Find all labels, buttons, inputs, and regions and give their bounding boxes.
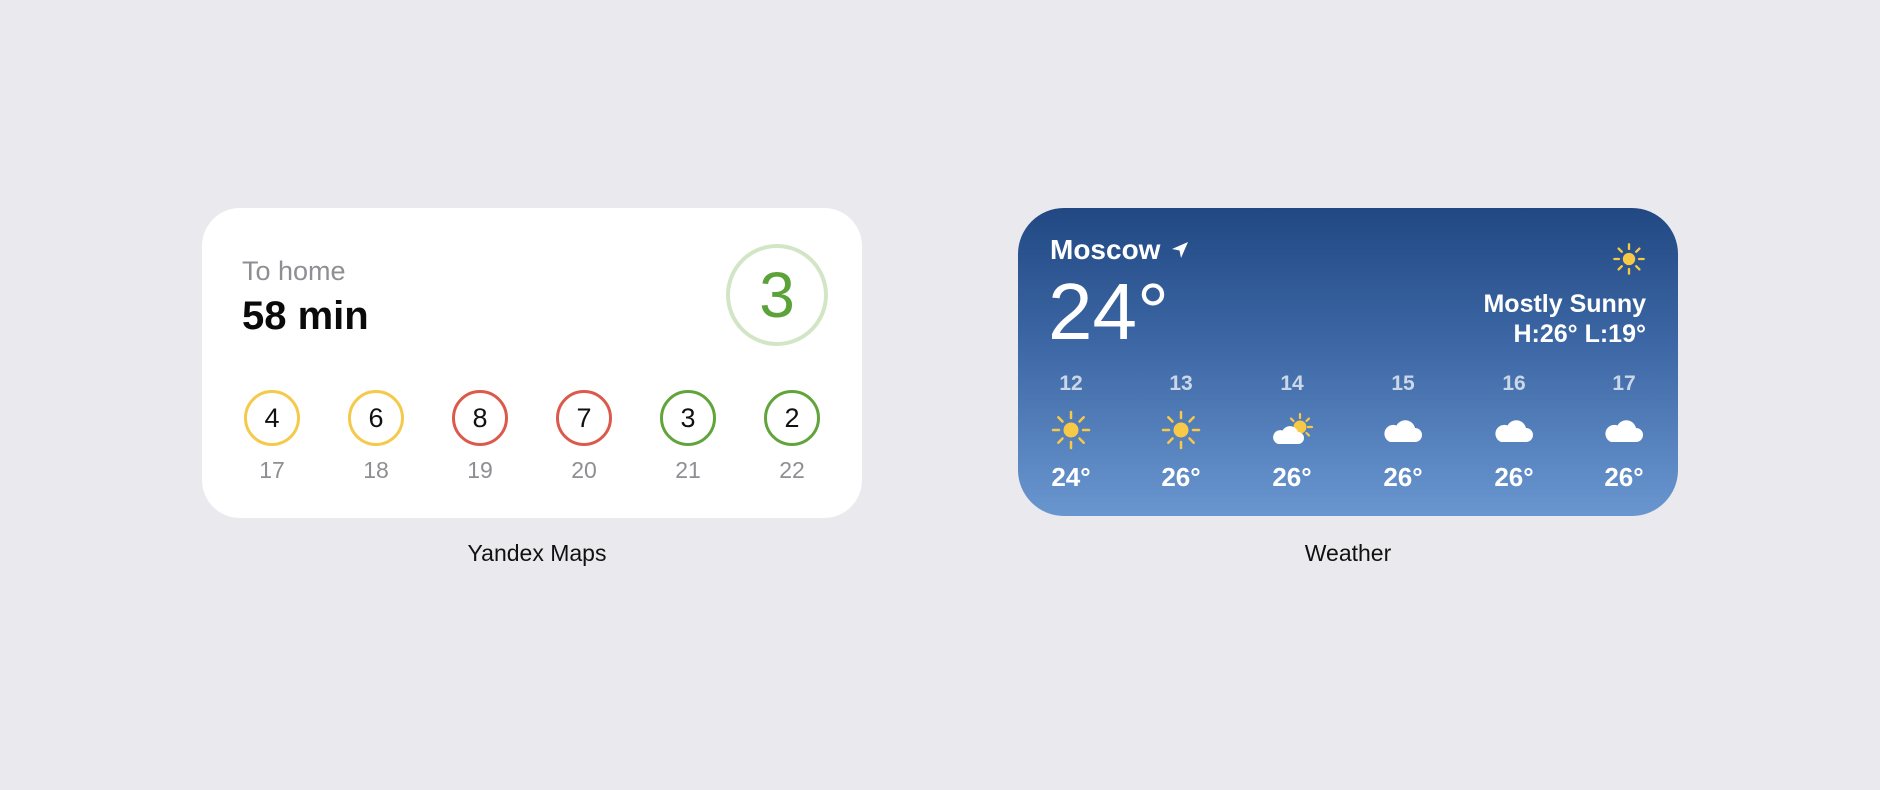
traffic-level-badge: 7: [556, 390, 612, 446]
traffic-forecast-item: 2 22: [752, 390, 832, 484]
weather-caption: Weather: [1304, 540, 1392, 566]
travel-time: 58 min: [242, 294, 369, 338]
cloud-icon: [1495, 420, 1533, 442]
traffic-level-badge: 4: [244, 390, 300, 446]
forecast-temperature: 26°: [1272, 462, 1312, 492]
traffic-forecast-item: 6 18: [336, 390, 416, 484]
forecast-hour: 22: [779, 457, 805, 483]
forecast-temperature: 26°: [1383, 462, 1423, 492]
forecast-hour: 17: [1612, 372, 1636, 395]
forecast-hour: 21: [675, 457, 701, 483]
weather-widget[interactable]: Moscow 24° Mostly Sunny H:26° L:19° 12 2…: [1018, 208, 1678, 516]
hourly-forecast: 12 24° 13 26° 14 26° 15 26° 16 26° 17 26…: [1018, 372, 1678, 502]
traffic-level-badge: 3: [660, 390, 716, 446]
destination-label: To home: [242, 256, 346, 286]
location-arrow-icon: [1172, 242, 1189, 258]
forecast-temperature: 26°: [1161, 462, 1201, 492]
current-temperature: 24°: [1048, 267, 1169, 356]
cloud-icon: [1384, 420, 1422, 442]
traffic-level-badge: 6: [348, 390, 404, 446]
forecast-hour: 12: [1059, 372, 1083, 395]
hourly-forecast-item: 13 26°: [1141, 372, 1221, 493]
sun-icon: [1051, 410, 1091, 450]
hourly-forecast-item: 17 26°: [1584, 372, 1664, 493]
forecast-hour: 13: [1169, 372, 1193, 395]
yandex-maps-caption: Yandex Maps: [467, 540, 607, 566]
traffic-forecast-item: 4 17: [232, 390, 312, 484]
high-low-temperature: H:26° L:19°: [1513, 320, 1646, 348]
forecast-temperature: 26°: [1604, 462, 1644, 492]
forecast-temperature: 26°: [1494, 462, 1534, 492]
cloud-icon: [1605, 420, 1643, 442]
city-name-row: Moscow: [1050, 234, 1190, 266]
traffic-forecast-item: 7 20: [544, 390, 624, 484]
traffic-forecast: 4 17 6 18 8 19 7 20 3 21 2 22: [202, 390, 862, 500]
traffic-level-badge: 8: [452, 390, 508, 446]
forecast-hour: 19: [467, 457, 493, 483]
hourly-forecast-item: 16 26°: [1474, 372, 1554, 493]
sun-icon: [1161, 410, 1201, 450]
city-name: Moscow: [1050, 234, 1161, 265]
hourly-forecast-item: 12 24°: [1031, 372, 1111, 493]
traffic-level-badge: 2: [764, 390, 820, 446]
traffic-forecast-item: 3 21: [648, 390, 728, 484]
forecast-hour: 15: [1391, 372, 1415, 395]
forecast-hour: 20: [571, 457, 597, 483]
current-traffic-level: 3: [726, 244, 828, 346]
forecast-hour: 14: [1280, 372, 1304, 395]
forecast-hour: 16: [1502, 372, 1526, 395]
forecast-temperature: 24°: [1051, 462, 1091, 492]
yandex-maps-widget[interactable]: To home 58 min 3 4 17 6 18 8 19 7 20 3 2…: [202, 208, 862, 518]
weather-condition: Mostly Sunny: [1483, 290, 1646, 318]
hourly-forecast-item: 14 26°: [1252, 372, 1332, 493]
partly-cloudy-icon: [1273, 412, 1314, 444]
forecast-hour: 18: [363, 457, 389, 483]
traffic-forecast-item: 8 19: [440, 390, 520, 484]
forecast-hour: 17: [259, 457, 285, 483]
hourly-forecast-item: 15 26°: [1363, 372, 1443, 493]
sun-icon: [1613, 243, 1645, 275]
